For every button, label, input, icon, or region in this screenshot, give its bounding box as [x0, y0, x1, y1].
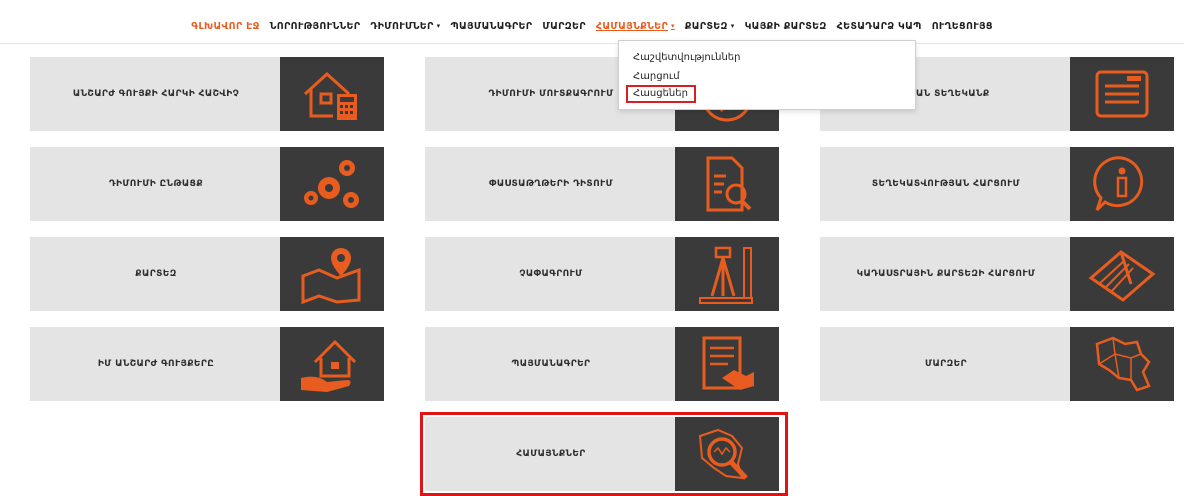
tile-label: ԱՆՇԱՐԺ ԳՈՒՅՔԻ ՀԱՐԿԻ ՀԱՇՎԻՉ	[72, 89, 240, 99]
tile-map[interactable]: ՔԱՐՏԵԶ	[30, 237, 384, 311]
dropdown-item-survey[interactable]: Հարցում	[633, 71, 680, 82]
cadastral-map-icon	[1070, 237, 1174, 311]
document-search-icon	[675, 147, 779, 221]
tile-label: ՉԱՓԱԳՐՈՒՄ	[519, 269, 583, 279]
tile-regions[interactable]: ՄԱՐԶԵՐ	[820, 327, 1174, 401]
nav-item-map[interactable]: ՔԱՐՏԵԶ ▾	[685, 21, 735, 32]
gears-icon	[280, 147, 384, 221]
nav-item-regions[interactable]: ՄԱՐԶԵՐ	[542, 21, 585, 32]
nav-item-guide[interactable]: ՈՒՂԵՑՈՒՅՑ	[932, 21, 993, 32]
tile-label: ՊԱՅՄԱՆԱԳՐԵՐ	[511, 359, 591, 369]
nav-label: ՀԱՄԱՅՆՔՆԵՐ	[595, 20, 668, 32]
nav-label: ՆՈՐՈՒԹՅՈՒՆՆԵՐ	[269, 20, 361, 32]
nav-item-home[interactable]: ԳԼԽԱՎՈՐ ԷՋ	[191, 21, 259, 32]
house-calculator-icon	[280, 57, 384, 131]
nav-label: ՈՒՂԵՑՈՒՅՑ	[931, 20, 993, 32]
tile-label: ՓԱՍՏԱԹՂԹԵՐԻ ԴԻՏՈՒՄ	[488, 179, 614, 189]
map-pin-icon	[280, 237, 384, 311]
tile-documents-view[interactable]: ՓԱՍՏԱԹՂԹԵՐԻ ԴԻՏՈՒՄ	[425, 147, 779, 221]
info-bubble-icon	[1070, 147, 1174, 221]
tile-communities[interactable]: ՀԱՄԱՅՆՔՆԵՐ	[425, 417, 779, 491]
nav-label: ՔԱՐՏԵԶ	[684, 20, 728, 32]
nav-label: ՀԵՏԱԴԱՐՁ ԿԱՊ	[836, 20, 922, 32]
surveyor-tripod-icon	[675, 237, 779, 311]
contract-handshake-icon	[675, 327, 779, 401]
chevron-down-icon: ▾	[730, 22, 735, 30]
nav-item-news[interactable]: ՆՈՐՈՒԹՅՈՒՆՆԵՐ	[270, 21, 361, 32]
tile-label: ՏԵՂԵԿԱՏՎՈՒԹՅԱՆ ՀԱՐՑՈՒՄ	[871, 179, 1021, 189]
tile-information-request[interactable]: ՏԵՂԵԿԱՏՎՈՒԹՅԱՆ ՀԱՐՑՈՒՄ	[820, 147, 1174, 221]
tile-property-tax-calculator[interactable]: ԱՆՇԱՐԺ ԳՈՒՅՔԻ ՀԱՐԿԻ ՀԱՇՎԻՉ	[30, 57, 384, 131]
communities-dropdown-menu: Հաշվետվություններ Հարցում Հասցեներ	[618, 40, 916, 110]
tile-label: ԻՄ ԱՆՇԱՐԺ ԳՈՒՅՔԵՐԸ	[97, 359, 215, 369]
nav-item-applications[interactable]: ԴԻՄՈՒՄՆԵՐ ▾	[370, 21, 440, 32]
chevron-down-icon: ▾	[436, 22, 441, 30]
tile-label: ՀԱՄԱՅՆՔՆԵՐ	[516, 449, 586, 459]
tile-cadastral-map-request[interactable]: ԿԱԴԱՍՏՐԱՅԻՆ ՔԱՐՏԵԶԻ ՀԱՐՑՈՒՄ	[820, 237, 1174, 311]
chevron-down-icon: ▾	[670, 22, 675, 30]
dropdown-item-reports[interactable]: Հաշվետվություններ	[633, 52, 740, 63]
top-navbar: ԳԼԽԱՎՈՐ ԷՋ ՆՈՐՈՒԹՅՈՒՆՆԵՐ ԴԻՄՈՒՄՆԵՐ ▾ ՊԱՅՄ…	[0, 0, 1184, 44]
document-icon	[1070, 57, 1174, 131]
tile-label: ՄԱՐԶԵՐ	[925, 359, 967, 369]
nav-label: ԳԼԽԱՎՈՐ ԷՋ	[191, 20, 260, 32]
nav-label: ՊԱՅՄԱՆԱԳՐԵՐ	[450, 20, 533, 32]
tile-measurement[interactable]: ՉԱՓԱԳՐՈՒՄ	[425, 237, 779, 311]
nav-item-feedback[interactable]: ՀԵՏԱԴԱՐՁ ԿԱՊ	[837, 21, 922, 32]
tile-application-progress[interactable]: ԴԻՄՈՒՄԻ ԸՆԹԱՑՔ	[30, 147, 384, 221]
armenia-regions-icon	[1070, 327, 1174, 401]
nav-item-sitemap[interactable]: ԿԱՅՔԻ ՔԱՐՏԵԶ	[745, 21, 827, 32]
house-hand-icon	[280, 327, 384, 401]
main-menu: ԳԼԽԱՎՈՐ ԷՋ ՆՈՐՈՒԹՅՈՒՆՆԵՐ ԴԻՄՈՒՄՆԵՐ ▾ ՊԱՅՄ…	[0, 18, 1184, 34]
tile-label: ԴԻՄՈՒՄԻ ԸՆԹԱՑՔ	[108, 179, 204, 189]
nav-item-communities[interactable]: ՀԱՄԱՅՆՔՆԵՐ ▾	[596, 21, 675, 32]
community-search-icon	[675, 417, 779, 491]
tile-my-properties[interactable]: ԻՄ ԱՆՇԱՐԺ ԳՈՒՅՔԵՐԸ	[30, 327, 384, 401]
nav-label: ՄԱՐԶԵՐ	[542, 20, 586, 32]
nav-label: ԴԻՄՈՒՄՆԵՐ	[370, 20, 434, 32]
tile-label: ԿԱԴԱՍՏՐԱՅԻՆ ՔԱՐՏԵԶԻ ՀԱՐՑՈՒՄ	[856, 269, 1036, 279]
tile-contracts[interactable]: ՊԱՅՄԱՆԱԳՐԵՐ	[425, 327, 779, 401]
tile-label: ՔԱՐՏԵԶ	[135, 269, 177, 279]
nav-item-contracts[interactable]: ՊԱՅՄԱՆԱԳՐԵՐ	[450, 21, 532, 32]
nav-label: ԿԱՅՔԻ ՔԱՐՏԵԶ	[744, 20, 827, 32]
dropdown-item-addresses[interactable]: Հասցեներ	[633, 88, 688, 99]
